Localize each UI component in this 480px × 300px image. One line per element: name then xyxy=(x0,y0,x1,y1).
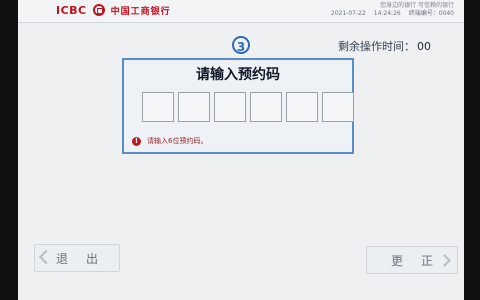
step-indicator: 3 xyxy=(232,36,250,54)
icbc-logo-icon xyxy=(92,4,105,16)
remaining-time-label: 剩余操作时间： xyxy=(338,40,415,53)
atm-screen: ICBC 中国工商银行 您身边的银行 可信赖的银行 2021-07-22 14:… xyxy=(18,0,464,300)
error-circle-icon: ! xyxy=(132,136,141,146)
input-hint: ! 请输入6位预约码。 xyxy=(132,136,207,146)
bank-brand: ICBC 中国工商银行 xyxy=(56,2,171,18)
code-digit-box[interactable] xyxy=(214,92,246,122)
code-digit-box[interactable] xyxy=(286,92,318,122)
code-digit-box[interactable] xyxy=(178,92,210,122)
brand-name-cn: 中国工商银行 xyxy=(110,6,171,17)
code-digit-box[interactable] xyxy=(142,92,174,122)
terminal-number: 终端编号：0040 xyxy=(408,10,454,17)
time-text: 14:24:26 xyxy=(373,10,401,17)
terminal-info: 您身边的银行 可信赖的银行 2021-07-22 14:24:26 终端编号：0… xyxy=(331,2,454,18)
bank-slogan: 您身边的银行 可信赖的银行 xyxy=(380,2,454,9)
header-bar: ICBC 中国工商银行 您身边的银行 可信赖的银行 2021-07-22 14:… xyxy=(18,0,464,23)
brand-name-en: ICBC xyxy=(56,3,87,17)
code-input-group xyxy=(142,92,354,122)
date-text: 2021-07-22 xyxy=(330,10,366,17)
code-digit-box[interactable] xyxy=(322,92,354,122)
panel-title: 请输入预约码 xyxy=(196,67,280,83)
correct-button[interactable]: 更正 xyxy=(366,246,458,274)
remaining-time-value: 00 xyxy=(417,40,431,53)
exit-button[interactable]: 退出 xyxy=(34,244,120,272)
remaining-time: 剩余操作时间： 00 xyxy=(338,38,431,54)
datetime-terminal: 2021-07-22 14:24:26 终端编号：0040 xyxy=(331,10,454,18)
code-digit-box[interactable] xyxy=(250,92,282,122)
reservation-code-panel: 请输入预约码 ! 请输入6位预约码。 xyxy=(122,58,354,154)
hint-text: 请输入6位预约码。 xyxy=(147,137,208,145)
